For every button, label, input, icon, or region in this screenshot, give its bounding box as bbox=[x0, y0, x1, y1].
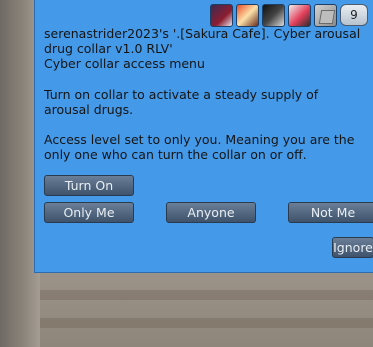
notification-count-badge[interactable]: 9 bbox=[340, 4, 368, 26]
wood-beam bbox=[40, 290, 373, 300]
avatar-icon-3[interactable] bbox=[262, 3, 285, 27]
only-me-button[interactable]: Only Me bbox=[44, 202, 134, 223]
notification-icons: 9 bbox=[210, 3, 368, 27]
dialog-access-line: Access level set to only you. Meaning yo… bbox=[44, 132, 355, 163]
wood-beam bbox=[40, 318, 373, 328]
avatar-icon-1[interactable] bbox=[210, 3, 233, 27]
not-me-button[interactable]: Not Me bbox=[288, 202, 373, 223]
object-cube-icon[interactable] bbox=[314, 3, 337, 27]
dialog-message: serenastrider2023's '.[Sakura Cafe]. Cyb… bbox=[44, 26, 366, 162]
script-dialog: 9 serenastrider2023's '.[Sakura Cafe]. C… bbox=[34, 0, 373, 273]
turn-on-button[interactable]: Turn On bbox=[44, 175, 134, 196]
avatar-icon-4[interactable] bbox=[288, 3, 311, 27]
anyone-button[interactable]: Anyone bbox=[166, 202, 256, 223]
dialog-instruction-line: Turn on collar to activate a steady supp… bbox=[44, 86, 319, 117]
avatar-icon-2[interactable] bbox=[236, 3, 259, 27]
dialog-title-line: serenastrider2023's '.[Sakura Cafe]. Cyb… bbox=[44, 26, 361, 57]
ignore-button[interactable]: Ignore bbox=[332, 237, 373, 258]
dialog-subtitle-line: Cyber collar access menu bbox=[44, 56, 205, 72]
